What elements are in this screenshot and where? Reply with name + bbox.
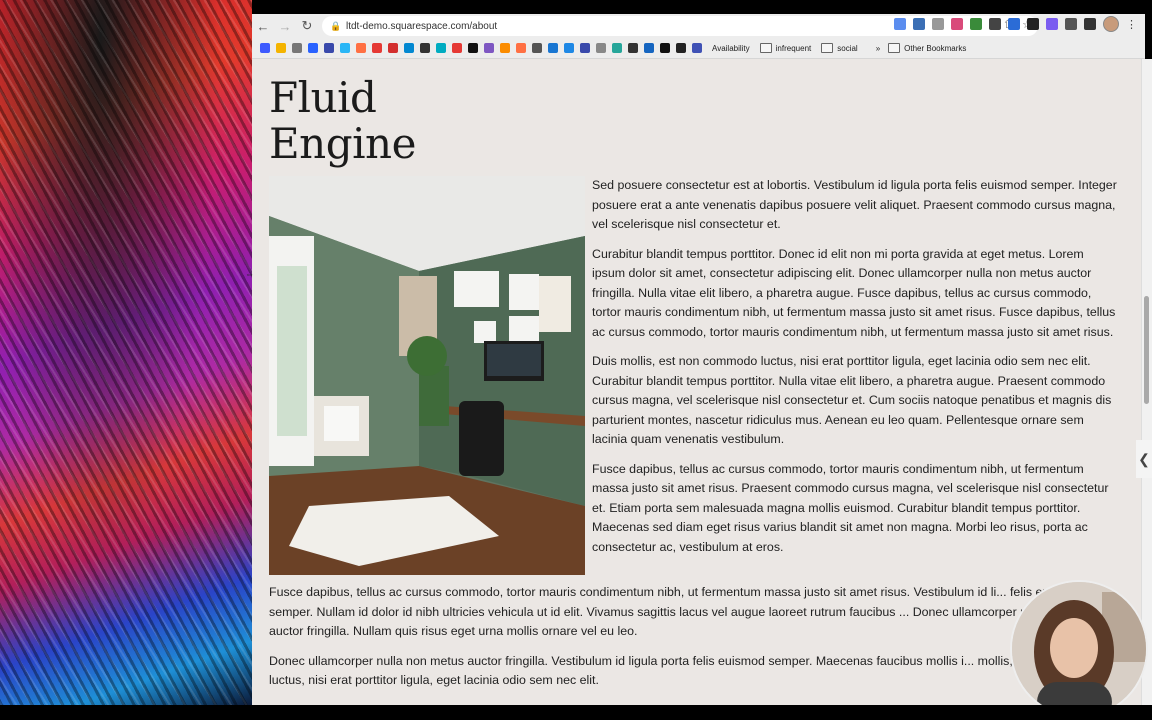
bookmark-availability[interactable]: Availability — [712, 44, 750, 53]
bookmark-icon[interactable] — [436, 43, 446, 53]
bookmark-icon[interactable] — [308, 43, 318, 53]
bookmarks-overflow[interactable]: » — [876, 44, 880, 53]
url-text: ltdt-demo.squarespace.com/about — [346, 20, 498, 32]
scrollbar-thumb[interactable] — [1144, 296, 1149, 404]
bookmark-icon[interactable] — [596, 43, 606, 53]
bookmark-folder-other[interactable]: Other Bookmarks — [888, 43, 966, 53]
lock-icon: 🔒 — [330, 20, 342, 31]
folder-icon — [821, 43, 834, 53]
paragraph: Fusce dapibus, tellus ac cursus commodo,… — [592, 461, 1109, 554]
chevron-left-icon[interactable]: ❮ — [1136, 440, 1152, 478]
overflow-chevron-icon: » — [875, 43, 881, 53]
web-page: Fluid Engine Sed posuere consectetur est… — [252, 59, 1141, 705]
bookmark-icon[interactable] — [628, 43, 638, 53]
window-top-edge — [252, 0, 1152, 14]
paragraph: Fusce dapibus, tellus ac cursus commodo,… — [269, 585, 1108, 638]
profile-avatar[interactable] — [1103, 16, 1119, 32]
bookmark-folder-social[interactable]: social — [821, 43, 858, 53]
extensions-row: ⋮ — [894, 16, 1137, 32]
paragraph: Duis mollis, est non commodo luctus, nis… — [592, 354, 1112, 446]
bookmark-icon[interactable] — [420, 43, 430, 53]
resize-cursor-icon: ⇔ — [245, 269, 254, 279]
bookmark-icon[interactable] — [404, 43, 414, 53]
bookmark-icon[interactable] — [452, 43, 462, 53]
forward-arrow-icon[interactable]: → — [274, 15, 296, 37]
reload-icon[interactable]: ↻ — [296, 15, 318, 37]
browser-toolbar: ← → ↻ 🔒 ltdt-demo.squarespace.com/about … — [252, 14, 1145, 38]
extension-icon[interactable] — [951, 18, 963, 30]
extension-icon[interactable] — [913, 18, 925, 30]
extension-icon[interactable] — [894, 18, 906, 30]
bookmark-icon[interactable] — [468, 43, 478, 53]
bookmark-icon[interactable] — [548, 43, 558, 53]
extension-icon[interactable] — [989, 18, 1001, 30]
sidepanel-icon[interactable] — [1084, 18, 1096, 30]
folder-icon — [888, 43, 901, 53]
full-width-text: Fusce dapibus, tellus ac cursus commodo,… — [269, 583, 1129, 701]
intro-text-column: Sed posuere consectetur est at lobortis.… — [592, 176, 1120, 567]
bookmark-icon[interactable] — [388, 43, 398, 53]
bookmark-icon[interactable] — [340, 43, 350, 53]
extension-icon[interactable] — [1046, 18, 1058, 30]
bookmark-icon[interactable] — [692, 43, 702, 53]
paragraph: Sed posuere consectetur est at lobortis.… — [592, 178, 1117, 231]
webcam-overlay — [1010, 580, 1148, 718]
page-title: Fluid Engine — [269, 75, 569, 167]
kebab-menu-icon[interactable]: ⋮ — [1126, 18, 1137, 31]
bookmark-icon[interactable] — [644, 43, 654, 53]
extension-icon[interactable] — [970, 18, 982, 30]
paragraph: Curabitur blandit tempus porttitor. Done… — [592, 246, 1116, 339]
bookmark-folder-infrequent[interactable]: infrequent — [759, 43, 812, 53]
bookmark-label: Availability — [712, 43, 750, 53]
bookmark-icon[interactable] — [500, 43, 510, 53]
folder-icon — [759, 43, 772, 53]
bookmark-icon[interactable] — [276, 43, 286, 53]
bookmark-label: social — [837, 43, 858, 53]
paragraph: Donec ullamcorper nulla non metus auctor… — [269, 653, 1115, 688]
bookmark-icon[interactable] — [484, 43, 494, 53]
bookmark-icon[interactable] — [660, 43, 670, 53]
extension-icon[interactable] — [1027, 18, 1039, 30]
office-photo — [269, 176, 585, 575]
bookmark-icon[interactable] — [356, 43, 366, 53]
bookmark-icon[interactable] — [292, 43, 302, 53]
bookmark-icon[interactable] — [564, 43, 574, 53]
extension-icon[interactable] — [932, 18, 944, 30]
bookmark-icon[interactable] — [372, 43, 382, 53]
bookmark-icon[interactable] — [260, 43, 270, 53]
bookmark-label: infrequent — [775, 43, 812, 53]
title-line-2: Engine — [269, 119, 416, 168]
bookmark-icon[interactable] — [324, 43, 334, 53]
bookmark-favicons — [260, 43, 702, 53]
desktop-wallpaper — [0, 0, 252, 705]
bookmark-icon[interactable] — [580, 43, 590, 53]
title-line-1: Fluid — [269, 73, 377, 122]
puzzle-icon[interactable] — [1065, 18, 1077, 30]
bookmark-icon[interactable] — [676, 43, 686, 53]
bookmark-icon[interactable] — [532, 43, 542, 53]
back-arrow-icon[interactable]: ← — [252, 15, 274, 37]
bookmark-label: Other Bookmarks — [904, 43, 967, 53]
bookmark-icon[interactable] — [516, 43, 526, 53]
extension-icon[interactable] — [1008, 18, 1020, 30]
bookmark-icon[interactable] — [612, 43, 622, 53]
window-bottom-edge — [0, 705, 1152, 720]
bookmarks-bar: Availability infrequent social » Other B… — [252, 38, 1145, 59]
